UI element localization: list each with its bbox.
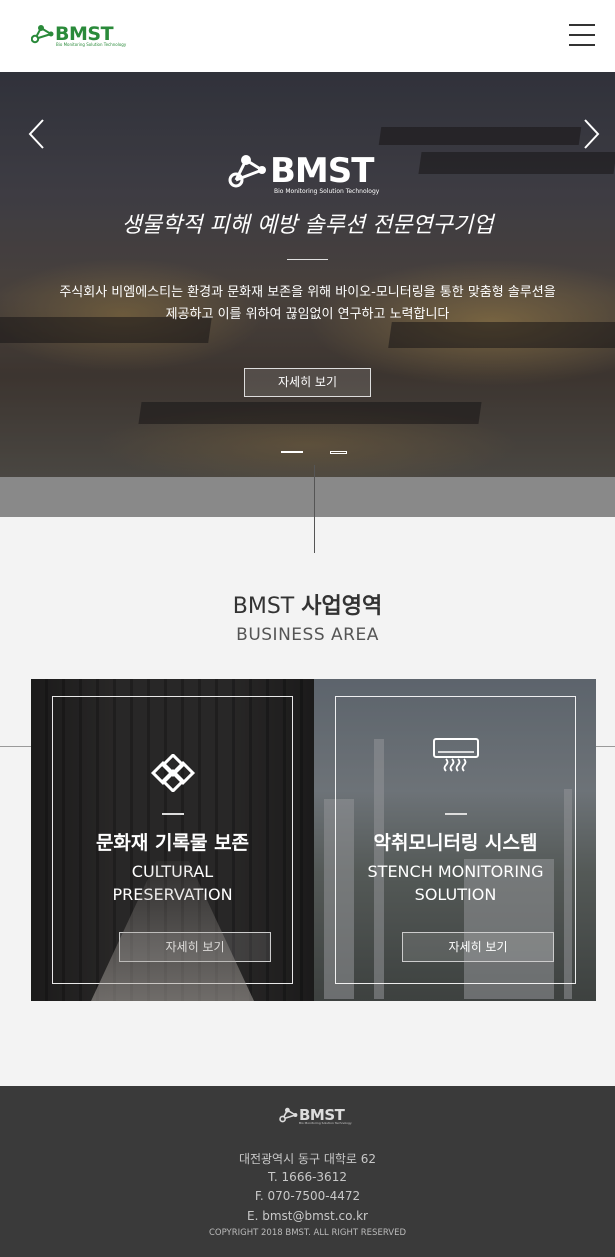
hero-slider: BMST Bio Monitoring Solution Technology … [0, 72, 615, 477]
hero-divider [287, 259, 328, 260]
chevron-right-icon [584, 119, 600, 149]
business-title-prefix: BMST [232, 594, 295, 619]
molecule-logo-icon [31, 25, 54, 44]
next-slide-button[interactable] [580, 114, 602, 154]
chevron-left-icon [28, 119, 44, 149]
molecule-logo-icon [228, 155, 266, 188]
card-english-title: CULTURAL PRESERVATION [53, 860, 292, 906]
footer-email[interactable]: E. bmst@bmst.co.kr [0, 1209, 615, 1223]
footer-logo[interactable]: BMST Bio Monitoring Solution Technology [279, 1106, 352, 1125]
hero-logo-text: BMST [270, 151, 374, 191]
card-english-title: STENCH MONITORING SOLUTION [336, 860, 575, 906]
card-title: 문화재 기록물 보존 [95, 832, 250, 854]
site-logo[interactable]: BMST Bio Monitoring Solution Technology [31, 22, 126, 47]
business-card-stench-monitoring[interactable]: 악취모니터링 시스템 STENCH MONITORING SOLUTION 자세… [314, 679, 596, 1001]
card-dash [444, 813, 467, 815]
footer-tel: T. 1666-3612 [268, 1170, 347, 1184]
business-section-subtitle: BUSINESS AREA [236, 625, 379, 645]
molecule-logo-icon [279, 1107, 298, 1123]
footer-address: 대전광역시 동구 대학로 62 [238, 1152, 377, 1166]
footer-logo-subtitle: Bio Monitoring Solution Technology [299, 1121, 352, 1125]
logo-text: BMST [55, 22, 114, 45]
hamburger-menu-icon[interactable] [569, 24, 595, 46]
card-dash [161, 813, 184, 815]
hero-more-button[interactable]: 자세히 보기 [244, 368, 371, 397]
card-more-button[interactable]: 자세히 보기 [119, 932, 271, 962]
prev-slide-button[interactable] [26, 114, 48, 154]
hero-description-line: 주식회사 비엠에스티는 환경과 문화재 보존을 위해 바이오-모니터링을 통한 … [59, 285, 556, 300]
knot-icon [150, 754, 196, 792]
card-title: 악취모니터링 시스템 [373, 832, 538, 854]
hero-description-line: 제공하고 이를 위하여 끊임없이 연구하고 노력합니다 [165, 307, 450, 322]
odor-sensor-icon [432, 737, 480, 773]
hero-title: 생물학적 피해 예방 솔루션 전문연구기업 [121, 213, 494, 238]
hero-logo-subtitle: Bio Monitoring Solution Technology [274, 188, 380, 195]
slide-indicator-2[interactable] [330, 451, 347, 454]
card-english-line: PRESERVATION [112, 885, 233, 904]
business-title-main: 사업영역 [301, 594, 383, 619]
card-english-line: SOLUTION [414, 885, 497, 904]
slide-indicator-1[interactable] [281, 451, 303, 453]
business-section-title: BMST 사업영역 [0, 588, 615, 620]
site-header: BMST Bio Monitoring Solution Technology [0, 0, 615, 72]
card-frame: 문화재 기록물 보존 CULTURAL PRESERVATION 자세히 보기 [52, 696, 293, 984]
logo-subtitle: Bio Monitoring Solution Technology [56, 42, 127, 47]
site-footer: BMST Bio Monitoring Solution Technology … [0, 1086, 615, 1257]
business-card-cultural-preservation[interactable]: 문화재 기록물 보존 CULTURAL PRESERVATION 자세히 보기 [31, 679, 314, 1001]
hero-overlay [0, 72, 615, 477]
card-frame: 악취모니터링 시스템 STENCH MONITORING SOLUTION 자세… [335, 696, 576, 984]
vertical-connector-line [314, 465, 315, 553]
footer-fax: F. 070-7500-4472 [254, 1189, 361, 1203]
card-english-line: STENCH MONITORING [367, 862, 544, 881]
section-divider-band [0, 477, 615, 517]
hero-logo: BMST Bio Monitoring Solution Technology [228, 151, 388, 195]
hero-description: 주식회사 비엠에스티는 환경과 문화재 보존을 위해 바이오-모니터링을 통한 … [0, 282, 615, 326]
footer-copyright: COPYRIGHT 2018 BMST. ALL RIGHT RESERVED [208, 1228, 406, 1238]
card-more-button[interactable]: 자세히 보기 [402, 932, 554, 962]
card-english-line: CULTURAL [131, 862, 214, 881]
